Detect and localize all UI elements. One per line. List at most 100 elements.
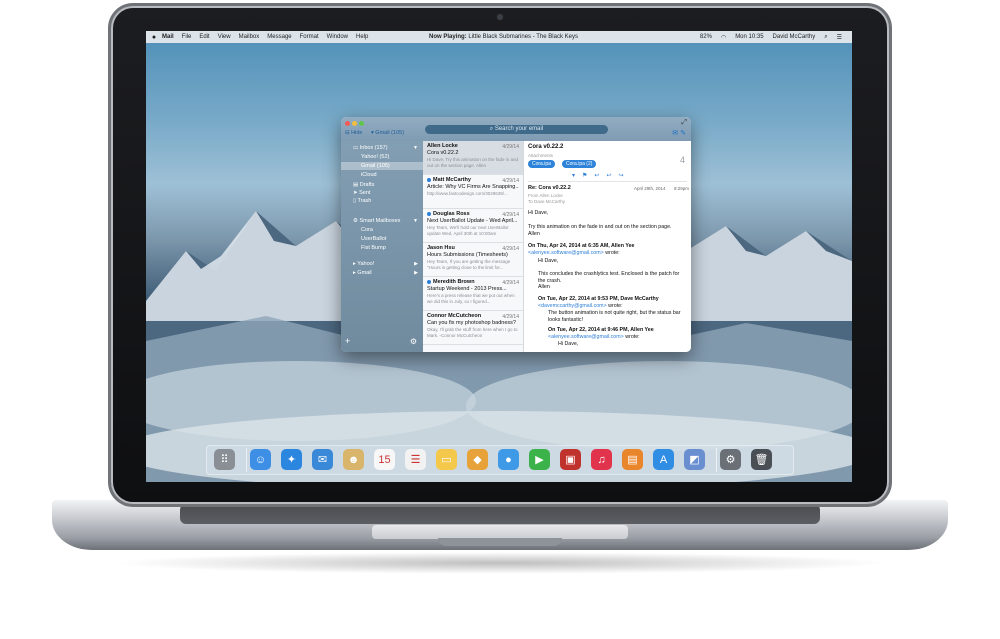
app-store-icon[interactable]: A bbox=[653, 449, 674, 470]
maps-icon[interactable]: ◆ bbox=[467, 449, 488, 470]
email-link[interactable]: <davemccarthy@gmail.com> bbox=[538, 303, 607, 309]
close-window-button[interactable] bbox=[345, 121, 350, 126]
search-icon[interactable]: ⌕ bbox=[824, 34, 827, 41]
archive-icon[interactable]: ▾ bbox=[572, 173, 582, 179]
itunes-icon[interactable]: ♫ bbox=[591, 449, 612, 470]
ibooks-icon[interactable]: ▤ bbox=[622, 449, 643, 470]
launchpad-icon[interactable]: ⠿ bbox=[214, 449, 235, 470]
sidebar-item-sent[interactable]: ➤ Sent bbox=[353, 190, 370, 196]
sidebar-item-smart-mailboxes[interactable]: ⚙ Smart Mailboxes bbox=[353, 218, 400, 224]
zoom-window-button[interactable] bbox=[359, 121, 364, 126]
reply-icon[interactable]: ↩ bbox=[594, 173, 606, 179]
wrote-text: wrote: bbox=[605, 250, 620, 256]
facetime-icon[interactable]: ▶ bbox=[529, 449, 550, 470]
sidebar-item-inbox[interactable]: ▭ Inbox (157) bbox=[353, 145, 388, 151]
minimize-window-button[interactable] bbox=[352, 121, 357, 126]
sidebar-item-fist-bump[interactable]: Fist Bump bbox=[361, 245, 386, 251]
menu-edit[interactable]: Edit bbox=[199, 34, 209, 40]
inbox-disclosure-icon[interactable]: ▼ bbox=[413, 145, 418, 151]
wrote-text: wrote: bbox=[625, 334, 640, 340]
message-row[interactable]: Matt McCarthy 4/29/14 Article: Why VC Fi… bbox=[423, 175, 523, 209]
yahoo-disclosure-icon[interactable]: ▶ bbox=[414, 261, 418, 267]
calendar-icon[interactable]: 15 bbox=[374, 449, 395, 470]
notification-center-icon[interactable]: ☰ bbox=[837, 34, 842, 41]
sidebar-item-cora[interactable]: Cora bbox=[361, 227, 373, 233]
message-row[interactable]: Connor McCutcheon 4/29/14 Can you fix my… bbox=[423, 311, 523, 345]
clock[interactable]: Mon 10:35 bbox=[735, 34, 763, 40]
menu-file[interactable]: File bbox=[182, 34, 192, 40]
sidebar-item-userballot[interactable]: UserBallot bbox=[361, 236, 386, 242]
message-sender: Meredith Brown bbox=[433, 279, 475, 285]
email-link[interactable]: <alenyee.software@gmail.com> bbox=[528, 250, 604, 256]
menu-message[interactable]: Message bbox=[267, 34, 291, 40]
safari-icon[interactable]: ✦ bbox=[281, 449, 302, 470]
account-selector[interactable]: ▾ Gmail (105) bbox=[371, 130, 404, 136]
sidebar-item-yahoo[interactable]: Yahoo! (52) bbox=[361, 154, 389, 160]
notes-icon[interactable]: ▭ bbox=[436, 449, 457, 470]
attachment-chip[interactable]: Cora.ipa bbox=[528, 160, 555, 168]
message-subject: Startup Weekend - 2013 Press... bbox=[427, 286, 507, 292]
wifi-icon[interactable]: ◠ bbox=[721, 34, 726, 41]
thread-count: 4 bbox=[679, 155, 685, 165]
message-row[interactable]: Douglas Ross 4/29/14 Next UserBallot Upd… bbox=[423, 209, 523, 243]
flag-icon[interactable]: ⚑ bbox=[582, 173, 594, 179]
preview-icon[interactable]: ◩ bbox=[684, 449, 705, 470]
menu-help[interactable]: Help bbox=[356, 34, 368, 40]
attachments-label: Attachments bbox=[528, 153, 554, 158]
fullscreen-icon[interactable]: ⤢ bbox=[681, 119, 687, 127]
hide-sidebar-button[interactable]: ⊟ Hide bbox=[345, 130, 362, 136]
email-link[interactable]: <alenyee.software@gmail.com> bbox=[548, 334, 624, 340]
apple-menu-icon[interactable]: ● bbox=[146, 34, 162, 41]
gmail-disclosure-icon[interactable]: ▶ bbox=[414, 270, 418, 276]
quote-header: On Tue, Apr 22, 2014 at 9:53 PM, Dave Mc… bbox=[538, 296, 688, 310]
finder-icon[interactable]: ☺ bbox=[250, 449, 271, 470]
message-preview: Hi Dave, Try this animation on the fade … bbox=[427, 157, 519, 168]
sidebar-item-trash[interactable]: ▯ Trash bbox=[353, 198, 371, 204]
attachment-chip[interactable]: Cora.ipa (2) bbox=[562, 160, 597, 168]
menu-window[interactable]: Window bbox=[327, 34, 348, 40]
sidebar-item-icloud[interactable]: iCloud bbox=[361, 172, 377, 178]
camera bbox=[497, 14, 503, 20]
battery-status[interactable]: 82% bbox=[700, 34, 712, 40]
sidebar-item-yahoo-account[interactable]: ▸ Yahoo! bbox=[353, 261, 374, 267]
forward-icon[interactable]: ↪ bbox=[618, 173, 630, 179]
message-sender: Matt McCarthy bbox=[433, 177, 471, 183]
account-label: Gmail (105) bbox=[375, 130, 405, 136]
trash-icon[interactable]: 🗑 bbox=[751, 449, 772, 470]
mail-stamp-icon[interactable]: ✉ bbox=[312, 449, 333, 470]
message-preview: Here's a press release that we put out w… bbox=[427, 293, 515, 304]
sidebar-item-drafts[interactable]: ▤ Drafts bbox=[353, 182, 374, 188]
unread-dot-icon bbox=[427, 279, 431, 284]
message-row[interactable]: Jason Hsu 4/29/14 Hours Submissions (Tim… bbox=[423, 243, 523, 277]
now-playing[interactable]: Now Playing: Little Black Submarines - T… bbox=[429, 34, 578, 40]
menu-mailbox[interactable]: Mailbox bbox=[239, 34, 260, 40]
photo-booth-icon[interactable]: ▣ bbox=[560, 449, 581, 470]
add-mailbox-button[interactable]: + bbox=[345, 336, 350, 346]
get-mail-icon[interactable]: ✉ bbox=[672, 130, 678, 137]
sidebar-item-label: Gmail bbox=[357, 270, 372, 276]
user-name[interactable]: David McCarthy bbox=[773, 34, 816, 40]
system-preferences-icon[interactable]: ⚙ bbox=[720, 449, 741, 470]
message-date: 4/29/14 bbox=[502, 246, 519, 252]
contacts-icon[interactable]: ☻ bbox=[343, 449, 364, 470]
search-input[interactable]: ⌕ Search your email bbox=[425, 125, 608, 134]
reminders-icon[interactable]: ☰ bbox=[405, 449, 426, 470]
messages-icon[interactable]: ● bbox=[498, 449, 519, 470]
menu-view[interactable]: View bbox=[218, 34, 231, 40]
laptop-notch bbox=[438, 538, 562, 546]
reply-all-icon[interactable]: ↩ bbox=[606, 173, 618, 179]
settings-gear-icon[interactable]: ⚙ bbox=[410, 337, 417, 346]
message-row[interactable]: Allen Locke 4/29/14 Cora v0.22.2 Hi Dave… bbox=[423, 141, 523, 175]
laptop-keyboard bbox=[180, 504, 820, 524]
compose-icon[interactable]: ✎ bbox=[680, 130, 686, 137]
message-row[interactable]: Meredith Brown 4/29/14 Startup Weekend -… bbox=[423, 277, 523, 311]
dock-separator bbox=[716, 448, 717, 472]
quote-greeting: Hi Dave, bbox=[538, 258, 559, 264]
search-placeholder: Search your email bbox=[494, 126, 544, 132]
smart-disclosure-icon[interactable]: ▼ bbox=[413, 218, 418, 224]
sidebar-item-gmail-account[interactable]: ▸ Gmail bbox=[353, 270, 372, 276]
menu-format[interactable]: Format bbox=[300, 34, 319, 40]
hide-label: Hide bbox=[351, 130, 363, 136]
menu-mail[interactable]: Mail bbox=[162, 34, 174, 40]
sidebar-item-gmail[interactable]: Gmail (105) bbox=[361, 163, 390, 169]
